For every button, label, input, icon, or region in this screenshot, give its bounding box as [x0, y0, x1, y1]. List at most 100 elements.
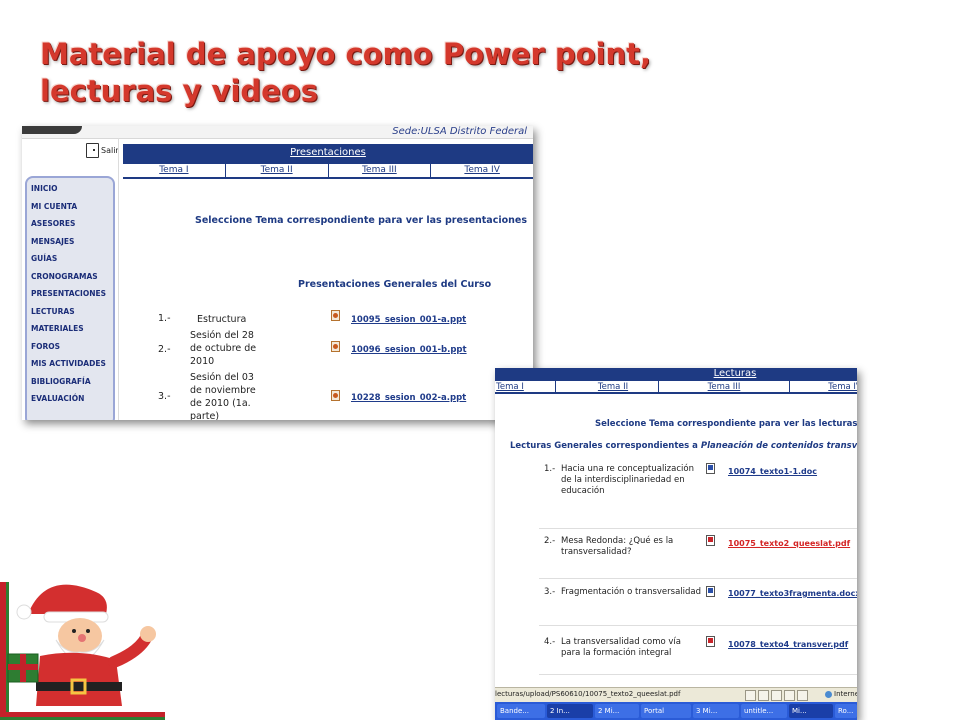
- item-description: Mesa Redonda: ¿Qué es la transversalidad…: [561, 536, 674, 557]
- item-number: 2.-: [158, 344, 171, 355]
- general-heading: Lecturas Generales correspondientes a Pl…: [510, 441, 857, 451]
- status-cell: [797, 690, 808, 701]
- sidebar-item-mensajes[interactable]: MENSAJES: [31, 233, 106, 251]
- security-zone: Internet: [825, 690, 857, 698]
- file-link[interactable]: 10228_sesion_002-a.ppt: [351, 393, 466, 403]
- word-doc-icon: [706, 586, 715, 597]
- item-description: Fragmentación o transversalidad: [561, 587, 702, 597]
- sidebar-item-lecturas[interactable]: LECTURAS: [31, 303, 106, 321]
- slide-title: Material de apoyo como Power point, lect…: [40, 37, 652, 108]
- sidebar-item-inicio[interactable]: INICIO: [31, 180, 106, 198]
- pdf-icon: [706, 535, 715, 546]
- taskbar-button[interactable]: Ro...: [835, 704, 857, 718]
- topic-tabs: Tema I Tema II Tema III Tema IV: [123, 162, 533, 179]
- item-description: Sesión del 28 de octubre de 2010: [190, 330, 257, 367]
- hat-pompom: [16, 604, 32, 620]
- exit-link[interactable]: Salir: [86, 143, 119, 158]
- row-divider: [539, 674, 857, 675]
- door-exit-icon: [86, 143, 99, 158]
- section-title[interactable]: Presentaciones: [123, 144, 533, 162]
- taskbar-button[interactable]: Bande...: [497, 704, 545, 718]
- row-divider: [539, 625, 857, 626]
- santa-nose: [78, 634, 86, 642]
- presentaciones-screenshot: Sede:ULSA Distrito Federal Salir INICIO …: [22, 126, 533, 420]
- word-doc-icon: [706, 463, 715, 474]
- item-description: Estructura: [197, 314, 247, 325]
- sidebar-item-cronogramas[interactable]: CRONOGRAMAS: [31, 268, 106, 286]
- sidebar-item-evaluacion[interactable]: EVALUACIÓN: [31, 390, 106, 408]
- taskbar-button[interactable]: 2 Mi...: [595, 704, 639, 718]
- sidebar-item-materiales[interactable]: MATERIALES: [31, 320, 106, 338]
- taskbar-button[interactable]: 3 Mi...: [693, 704, 739, 718]
- ribbon-stripe: [6, 582, 9, 720]
- status-url: lecturas/upload/PS60610/10075_texto2_que…: [495, 690, 681, 698]
- santa-clipart: [0, 582, 165, 720]
- general-heading: Presentaciones Generales del Curso: [298, 279, 492, 290]
- section-header: Lecturas: [495, 368, 857, 380]
- content-divider: [118, 138, 119, 420]
- tab-tema-iii[interactable]: Tema III: [329, 164, 432, 177]
- course-name: Planeación de contenidos transversales: [700, 441, 857, 451]
- pdf-icon: [706, 636, 715, 647]
- file-link[interactable]: 10078_texto4_transver.pdf: [728, 640, 848, 649]
- santa-hat: [28, 584, 107, 614]
- item-number: 2.-: [544, 536, 556, 546]
- santa-eye: [72, 629, 76, 633]
- taskbar-button[interactable]: 2 In...: [547, 704, 593, 718]
- general-heading-prefix: Lecturas Generales correspondientes a: [510, 441, 701, 451]
- sidebar-item-foros[interactable]: FOROS: [31, 338, 106, 356]
- file-link-active[interactable]: 10075_texto2_queeslat.pdf: [728, 539, 850, 548]
- gift-ribbon: [8, 664, 38, 670]
- file-link[interactable]: 10077_texto3fragmenta.docx: [728, 589, 857, 598]
- santa-eye: [86, 629, 90, 633]
- item-description: La transversalidad como vía para la form…: [561, 637, 681, 658]
- ribbon-bottom: [0, 712, 165, 717]
- tab-tema-iv[interactable]: Tema IV: [431, 164, 533, 177]
- taskbar-button[interactable]: Portal: [641, 704, 691, 718]
- sidebar-nav: INICIO MI CUENTA ASESORES MENSAJES GUÍAS…: [31, 180, 106, 408]
- taskbar-button[interactable]: Mi...: [789, 704, 833, 718]
- status-cell: [771, 690, 782, 701]
- zone-label: Internet: [834, 690, 857, 698]
- item-number: 4.-: [544, 637, 556, 647]
- topic-tabs: Tema I Tema II Tema III Tema IV: [495, 380, 857, 394]
- item-description: Hacia una re conceptualización de la int…: [561, 464, 694, 496]
- globe-icon: [825, 690, 832, 698]
- item-number: 1.-: [544, 464, 556, 474]
- status-cell: [745, 690, 756, 701]
- file-link[interactable]: 10095_sesion_001-a.ppt: [351, 315, 466, 325]
- campus-label: Sede:ULSA Distrito Federal: [392, 126, 527, 137]
- sidebar-item-asesores[interactable]: ASESORES: [31, 215, 106, 233]
- ppt-icon: [331, 390, 340, 401]
- status-cell: [784, 690, 795, 701]
- lecturas-screenshot: Lecturas Tema I Tema II Tema III Tema IV…: [495, 368, 857, 720]
- ribbon-left: [0, 582, 6, 720]
- row-divider: [539, 528, 857, 529]
- file-link[interactable]: 10074_texto1-1.doc: [728, 467, 817, 476]
- windows-taskbar: Bande... 2 In... 2 Mi... Portal 3 Mi... …: [495, 702, 857, 720]
- row-divider: [539, 578, 857, 579]
- file-link[interactable]: 10096_sesion_001-b.ppt: [351, 345, 467, 355]
- sidebar-item-mis-actividades[interactable]: MIS ACTIVIDADES: [31, 355, 106, 373]
- tab-tema-ii[interactable]: Tema II: [226, 164, 329, 177]
- taskbar-button[interactable]: untitle...: [741, 704, 787, 718]
- santa-arm: [108, 632, 152, 668]
- tab-tema-i[interactable]: Tema I: [123, 164, 226, 177]
- status-cell: [758, 690, 769, 701]
- item-number: 3.-: [158, 391, 171, 402]
- sidebar-item-guias[interactable]: GUÍAS: [31, 250, 106, 268]
- section-header: Presentaciones: [123, 144, 533, 162]
- sidebar-item-presentaciones[interactable]: PRESENTACIONES: [31, 285, 106, 303]
- instruction-text: Seleccione Tema correspondiente para ver…: [595, 419, 857, 429]
- portal-logo-fragment: [22, 126, 82, 134]
- tab-tema-iii[interactable]: Tema III: [659, 381, 790, 393]
- item-description: Sesión del 03 de noviembre de 2010 (1a. …: [190, 372, 256, 420]
- tab-tema-ii[interactable]: Tema II: [568, 381, 659, 393]
- sidebar-item-bibliografia[interactable]: BIBLIOGRAFÍA: [31, 373, 106, 391]
- item-number: 3.-: [544, 587, 556, 597]
- santa-hand: [140, 626, 156, 642]
- tab-tema-iv[interactable]: Tema IV: [790, 381, 857, 393]
- section-title[interactable]: Lecturas: [495, 368, 857, 380]
- sidebar-item-mi-cuenta[interactable]: MI CUENTA: [31, 198, 106, 216]
- tab-tema-i[interactable]: Tema I: [495, 381, 556, 393]
